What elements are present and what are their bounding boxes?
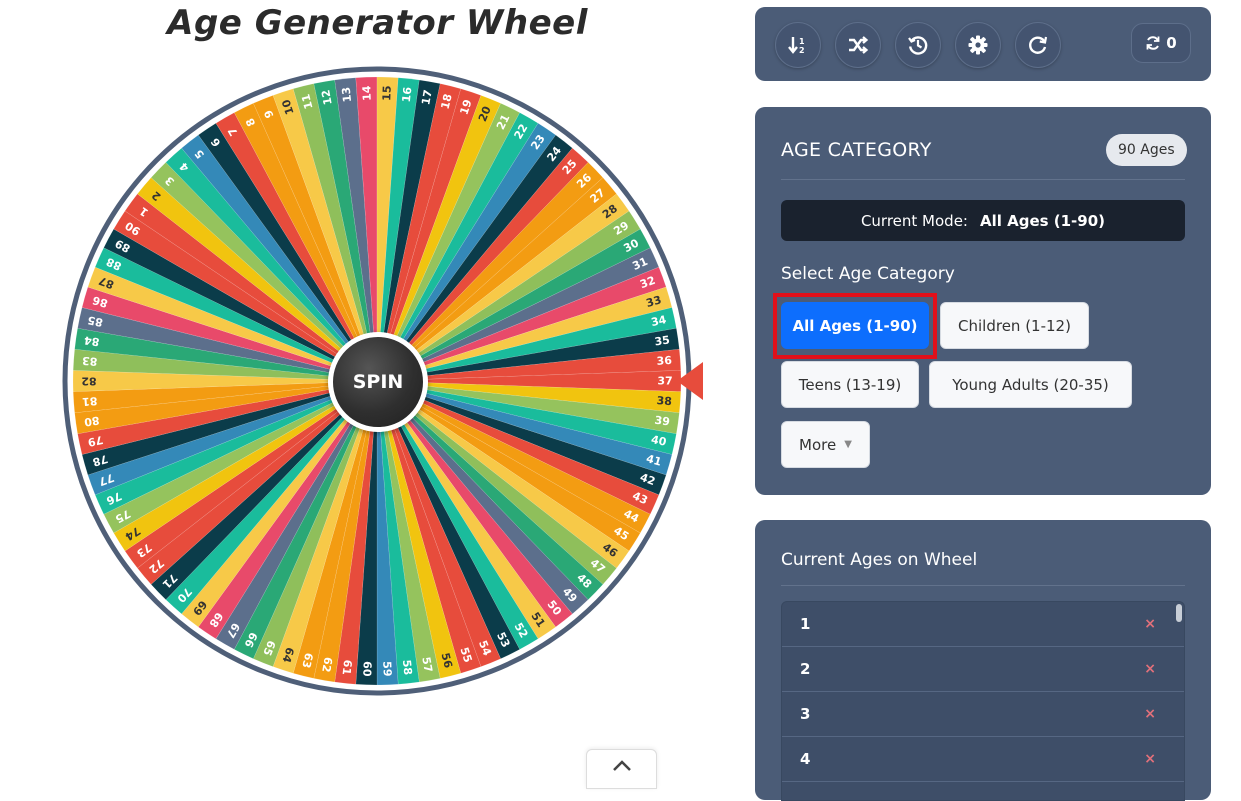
wheel-segment-label: 81 bbox=[82, 394, 98, 408]
remove-age-icon[interactable]: × bbox=[1144, 751, 1156, 767]
remove-age-icon[interactable]: × bbox=[1144, 706, 1156, 722]
list-scrollbar[interactable] bbox=[1176, 604, 1182, 622]
more-label: More bbox=[799, 435, 837, 454]
wheel-segment-label: 80 bbox=[83, 414, 100, 429]
remove-age-icon[interactable]: × bbox=[1144, 661, 1156, 677]
wheel-segment-label: 36 bbox=[656, 354, 673, 368]
wheel-segment-label: 16 bbox=[400, 86, 415, 103]
spin-button[interactable]: SPIN bbox=[328, 332, 428, 432]
wheel-segment-label: 39 bbox=[654, 414, 671, 429]
age-list-value: 4 bbox=[800, 750, 811, 768]
wheel-segment-label: 58 bbox=[400, 659, 415, 676]
age-list-item: 3 × bbox=[782, 692, 1184, 737]
wheel-segment-label: 37 bbox=[657, 375, 672, 388]
sort-button[interactable]: 1 2 bbox=[775, 22, 821, 68]
current-ages-heading: Current Ages on Wheel bbox=[781, 550, 978, 570]
category-teens-button[interactable]: Teens (13-19) bbox=[781, 361, 919, 408]
wheel-segment-label: 15 bbox=[380, 85, 394, 101]
caret-down-icon: ▼ bbox=[844, 439, 852, 450]
wheel-segment-label: 83 bbox=[82, 354, 98, 368]
age-list-item: 4 × bbox=[782, 737, 1184, 782]
wheel-toolbar: 1 2 0 bbox=[755, 7, 1211, 81]
age-list-value: 3 bbox=[800, 705, 811, 723]
age-list[interactable]: 1 × 2 × 3 × 4 × bbox=[781, 601, 1185, 801]
remove-age-icon[interactable]: × bbox=[1144, 616, 1156, 632]
age-category-heading: AGE CATEGORY bbox=[781, 139, 932, 161]
shuffle-button[interactable] bbox=[835, 22, 881, 68]
shuffle-icon bbox=[849, 36, 869, 54]
age-category-panel: AGE CATEGORY 90 Ages Current Mode: All A… bbox=[755, 107, 1211, 495]
wheel-segment-label: 17 bbox=[419, 89, 434, 106]
category-all-ages-button[interactable]: All Ages (1-90) bbox=[781, 302, 929, 349]
refresh-icon bbox=[1029, 36, 1048, 54]
wheel-segment-label: 62 bbox=[319, 656, 334, 673]
spin-counter: 0 bbox=[1131, 23, 1191, 63]
history-button[interactable] bbox=[895, 22, 941, 68]
wheel-segment-label: 12 bbox=[319, 89, 334, 106]
sort-icon: 1 2 bbox=[788, 37, 805, 55]
chevron-up-icon bbox=[612, 760, 631, 771]
wheel-segment-label: 14 bbox=[360, 85, 374, 101]
reset-button[interactable] bbox=[1015, 22, 1061, 68]
age-list-value: 2 bbox=[800, 660, 811, 678]
wheel-segment-label: 84 bbox=[83, 333, 100, 348]
current-mode-label: Current Mode: bbox=[860, 211, 968, 230]
select-category-label: Select Age Category bbox=[781, 264, 955, 284]
wheel-segment-label: 82 bbox=[81, 375, 96, 388]
svg-text:1: 1 bbox=[799, 37, 805, 46]
wheel-segment-label: 57 bbox=[419, 656, 434, 673]
divider bbox=[781, 585, 1185, 586]
ages-count-badge: 90 Ages bbox=[1106, 134, 1187, 166]
wheel-segment-label: 35 bbox=[654, 333, 671, 348]
settings-button[interactable] bbox=[955, 22, 1001, 68]
gear-icon bbox=[968, 35, 988, 55]
wheel-segment-label: 61 bbox=[340, 659, 355, 676]
sync-icon bbox=[1146, 36, 1160, 50]
age-list-value: 1 bbox=[800, 615, 811, 633]
spin-count-value: 0 bbox=[1166, 34, 1177, 52]
current-ages-panel: Current Ages on Wheel 1 × 2 × 3 × 4 × bbox=[755, 520, 1211, 801]
age-list-item: 1 × bbox=[782, 602, 1184, 647]
collapse-toggle-button[interactable] bbox=[586, 749, 657, 789]
wheel-pointer bbox=[677, 362, 703, 400]
category-children-button[interactable]: Children (1-12) bbox=[940, 302, 1089, 349]
divider bbox=[781, 179, 1185, 180]
wheel-segment-label: 59 bbox=[380, 661, 394, 677]
category-young-adults-button[interactable]: Young Adults (20-35) bbox=[929, 361, 1132, 408]
page-title: Age Generator Wheel bbox=[167, 3, 588, 43]
wheel-segment-label: 13 bbox=[340, 86, 355, 103]
svg-text:2: 2 bbox=[799, 46, 805, 55]
wheel-segment-label: 38 bbox=[656, 394, 672, 408]
current-mode-bar: Current Mode: All Ages (1-90) bbox=[781, 200, 1185, 241]
history-icon bbox=[908, 36, 928, 55]
current-mode-value: All Ages (1-90) bbox=[979, 211, 1106, 230]
age-list-item: 2 × bbox=[782, 647, 1184, 692]
category-more-dropdown[interactable]: More ▼ bbox=[781, 421, 870, 468]
wheel-segment-label: 60 bbox=[360, 661, 374, 677]
